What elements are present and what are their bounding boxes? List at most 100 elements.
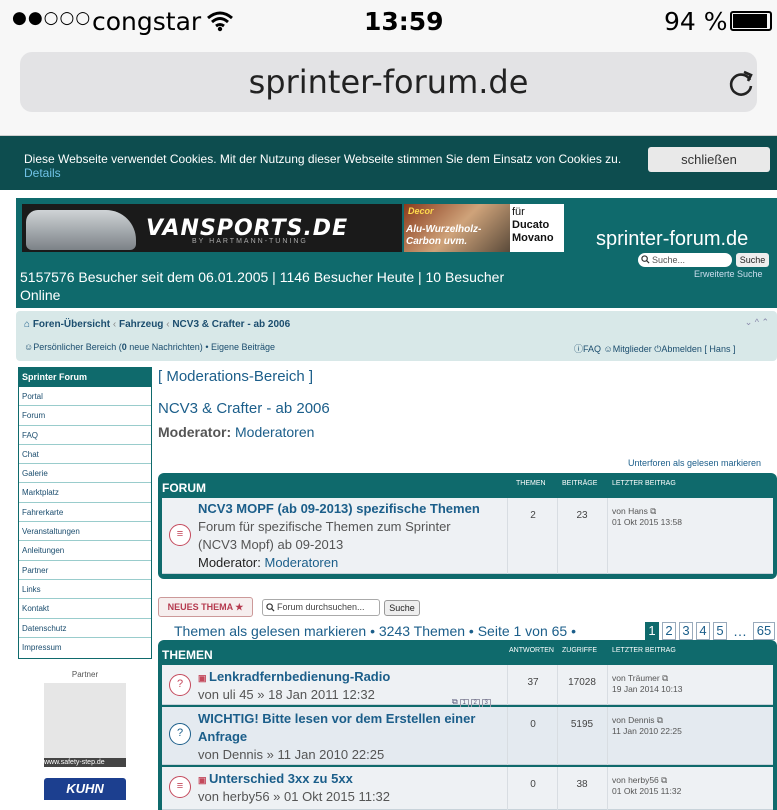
visitor-stats: 5157576 Besucher seit dem 06.01.2005 | 1… [20, 269, 505, 303]
announcement-status-icon: ? [169, 723, 191, 745]
sidebar-title: Sprinter Forum [19, 368, 151, 387]
advanced-search-link[interactable]: Erweiterte Suche [694, 269, 763, 279]
last-post-info: von Dennis ⧉ 11 Jan 2010 22:25 [612, 715, 682, 737]
battery-icon [730, 11, 772, 31]
topic-row[interactable]: ≡ ▣ Unterschied 3xx zu 5xx von herby56 »… [162, 767, 773, 810]
breadcrumb-item[interactable]: Fahrzeug [119, 319, 163, 330]
forum-status-icon: ≡ [169, 524, 191, 546]
subforum-title[interactable]: NCV3 MOPF (ab 09-2013) spezifische Theme… [198, 501, 480, 516]
mark-subforums-read-link[interactable]: Unterforen als gelesen markieren [628, 458, 761, 468]
navbar: ⌂ Foren-Übersicht ‹ Fahrzeug ‹ NCV3 & Cr… [16, 311, 777, 361]
partner-ad[interactable]: www.safety-step.de [44, 683, 126, 767]
last-post-author[interactable]: von herby56 [612, 775, 659, 785]
topics-header: THEMEN [162, 648, 213, 662]
column-divider [557, 498, 558, 574]
view-latest-icon[interactable]: ⧉ [650, 506, 656, 516]
column-divider [507, 767, 508, 810]
subforum-row[interactable]: ≡ NCV3 MOPF (ab 09-2013) spezifische The… [162, 498, 773, 574]
sidebar-item-marktplatz[interactable]: Marktplatz [19, 483, 151, 503]
forum-title[interactable]: NCV3 & Crafter - ab 2006 [158, 400, 330, 417]
topic-title[interactable]: ▣ Lenkradfernbedienung-Radio [198, 669, 390, 684]
forum-search-input[interactable]: Forum durchsuchen... [262, 599, 380, 616]
answer-count: 0 [530, 719, 536, 730]
moderator-link[interactable]: Moderatoren [265, 555, 339, 570]
moderation-area-link[interactable]: [ Moderations-Bereich ] [158, 368, 313, 385]
page-button[interactable]: 2 [662, 622, 676, 640]
van-image [26, 210, 136, 250]
search-placeholder: Forum durchsuchen... [277, 602, 365, 612]
page-button[interactable]: 4 [696, 622, 710, 640]
sidebar-item-impressum[interactable]: Impressum [19, 637, 151, 658]
address-bar[interactable]: sprinter-forum.de [20, 52, 757, 112]
ad-line: Decor [408, 206, 434, 216]
sidebar-item-fahrerkarte[interactable]: Fahrerkarte [19, 502, 151, 523]
sidebar-item-kontakt[interactable]: Kontakt [19, 599, 151, 619]
nav-right-links: ⓘFAQ ☺Mitglieder ⏻Abmelden [ Hans ] [574, 342, 735, 355]
members-link[interactable]: Mitglieder [613, 344, 652, 354]
last-post-info: von herby56 ⧉ 01 Okt 2015 11:32 [612, 775, 681, 797]
topic-row[interactable]: ? WICHTIG! Bitte lesen vor dem Erstellen… [162, 707, 773, 765]
sidebar-item-galerie[interactable]: Galerie [19, 464, 151, 484]
view-latest-icon[interactable]: ⧉ [657, 715, 663, 725]
topic-title[interactable]: ▣ Unterschied 3xx zu 5xx [198, 771, 353, 786]
page-button[interactable]: 3 [679, 622, 693, 640]
column-divider [557, 665, 558, 705]
search-placeholder: Suche... [652, 255, 686, 265]
ios-status-bar: ●●○○○ congstar 13:59 94 % [0, 0, 777, 44]
view-latest-icon[interactable]: ⧉ [662, 673, 668, 683]
kuhn-ad[interactable]: KUHN [44, 778, 126, 800]
faq-icon: ⓘ [574, 344, 584, 354]
forum-moderator: Moderator: Moderatoren [158, 424, 314, 440]
sidebar-item-links[interactable]: Links [19, 579, 151, 600]
page-button[interactable]: 5 [713, 622, 727, 640]
moderator-link[interactable]: Moderatoren [235, 424, 314, 440]
sidebar-item-chat[interactable]: Chat [19, 444, 151, 465]
reload-icon[interactable] [726, 68, 756, 98]
decor-ad-banner[interactable]: Decor Alu-Wurzelholz- Carbon uvm. [404, 204, 510, 252]
user-icon: ☺ [24, 342, 34, 352]
collapse-chevron-icon[interactable]: ⌄ ^ ⌃ [745, 317, 769, 328]
new-topic-button[interactable]: NEUES THEMA ★ [158, 597, 253, 617]
cookie-close-button[interactable]: schließen [648, 147, 770, 172]
banner-subtitle: BY HARTMANN-TUNING [192, 238, 308, 245]
own-posts-link[interactable]: Eigene Beiträge [211, 342, 275, 352]
home-icon: ⌂ [24, 319, 31, 330]
ducato-ad-banner[interactable]: für Ducato Movano [510, 204, 564, 252]
breadcrumb-item[interactable]: NCV3 & Crafter - ab 2006 [172, 319, 290, 330]
page-button[interactable]: 1 [645, 622, 659, 640]
sidebar-item-faq[interactable]: FAQ [19, 425, 151, 445]
topic-row[interactable]: ? ▣ Lenkradfernbedienung-Radio von uli 4… [162, 665, 773, 708]
header-search-input[interactable]: Suche... [638, 253, 732, 267]
logout-link[interactable]: Abmelden [ Hans ] [661, 344, 735, 354]
sidebar-item-forum[interactable]: Forum [19, 406, 151, 426]
breadcrumb-item[interactable]: Foren-Übersicht [33, 319, 110, 330]
last-post-author[interactable]: von Träumer [612, 673, 660, 683]
site-name[interactable]: sprinter-forum.de [596, 228, 748, 251]
sidebar-item-anleitungen[interactable]: Anleitungen [19, 541, 151, 561]
sidebar-item-partner[interactable]: Partner [19, 560, 151, 580]
ad-line: Ducato [512, 219, 550, 231]
page-button-last[interactable]: 65 [753, 622, 775, 640]
topic-author: von Dennis » 11 Jan 2010 22:25 [198, 747, 385, 762]
pagination-info: Themen als gelesen markieren • 3243 Them… [174, 623, 577, 639]
sidebar-item-portal[interactable]: Portal [19, 387, 151, 407]
forum-search-button[interactable]: Suche [384, 600, 420, 616]
last-post-info: von Hans ⧉ 01 Okt 2015 13:58 [612, 506, 682, 528]
last-post-author[interactable]: von Hans [612, 506, 648, 516]
sidebar-item-datenschutz[interactable]: Datenschutz [19, 618, 151, 638]
cookie-details-link[interactable]: Details [24, 166, 61, 180]
topic-title-continued[interactable]: Anfrage [198, 729, 247, 744]
view-latest-icon[interactable]: ⧉ [661, 775, 667, 785]
personal-area-link[interactable]: Persönlicher Bereich (0 neue Nachrichten… [33, 342, 203, 352]
search-icon [641, 255, 650, 264]
last-post-author[interactable]: von Dennis [612, 715, 655, 725]
vansports-banner[interactable]: VANSPORTS.DE BY HARTMANN-TUNING [22, 204, 402, 252]
cookie-notice: Diese Webseite verwendet Cookies. Mit de… [0, 136, 777, 190]
breadcrumb: ⌂ Foren-Übersicht ‹ Fahrzeug ‹ NCV3 & Cr… [24, 319, 290, 330]
topic-title[interactable]: WICHTIG! Bitte lesen vor dem Erstellen e… [198, 711, 475, 726]
header-search-button[interactable]: Suche [736, 253, 769, 267]
forum-header: FORUM [162, 481, 206, 495]
sidebar-item-veranstaltungen[interactable]: Veranstaltungen [19, 522, 151, 542]
battery-percentage: 94 % [664, 7, 728, 36]
faq-link[interactable]: FAQ [583, 344, 601, 354]
